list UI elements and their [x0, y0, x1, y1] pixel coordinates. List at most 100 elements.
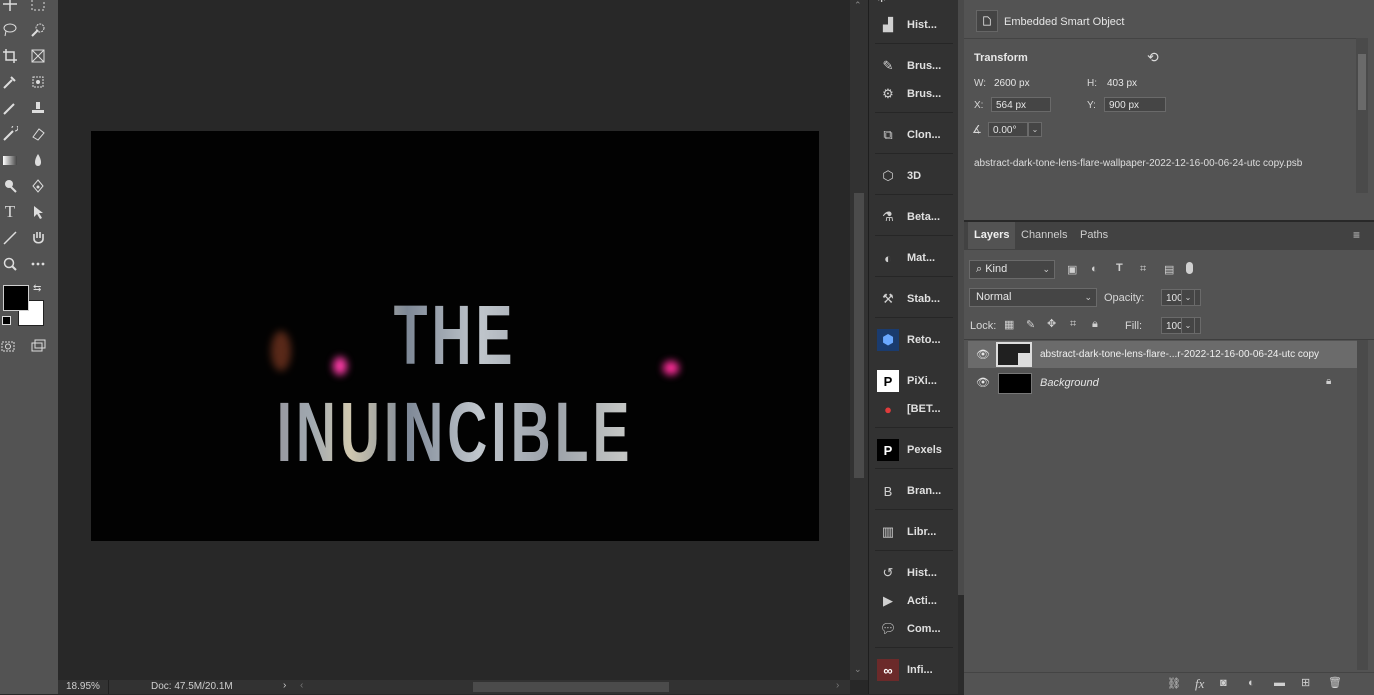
- new-group-icon[interactable]: ▬: [1274, 677, 1285, 689]
- filter-type-icon[interactable]: T: [1116, 262, 1123, 274]
- status-menu-arrow-icon[interactable]: ›: [283, 680, 286, 691]
- move-tool-icon[interactable]: [0, 0, 20, 14]
- filter-pixel-icon[interactable]: ▣: [1067, 263, 1077, 276]
- link-layers-icon[interactable]: ⛓︎: [1167, 677, 1181, 690]
- lasso-tool-icon[interactable]: [0, 20, 20, 40]
- quick-selection-tool-icon[interactable]: [28, 20, 48, 40]
- brush-tool-icon[interactable]: [0, 98, 20, 118]
- layer-row[interactable]: 👁︎ Background 🔒︎: [968, 369, 1357, 396]
- width-value[interactable]: 2600 px: [994, 78, 1030, 89]
- dock-item[interactable]: ◐ Mat...: [869, 245, 955, 271]
- layer-row[interactable]: 👁︎ abstract-dark-tone-lens-flare-...r-20…: [968, 341, 1357, 368]
- path-selection-tool-icon[interactable]: [28, 202, 48, 222]
- new-layer-icon[interactable]: ⊞: [1301, 676, 1310, 689]
- properties-panel: Embedded Smart Object Transform ⟲ W: 260…: [964, 0, 1374, 220]
- layer-name[interactable]: Background: [1040, 377, 1099, 389]
- delete-layer-icon[interactable]: 🗑︎: [1328, 676, 1342, 689]
- marquee-tool-icon[interactable]: [28, 0, 48, 14]
- default-colors-icon[interactable]: [2, 316, 11, 325]
- lock-artboard-icon[interactable]: ⌗: [1070, 318, 1076, 331]
- visibility-eye-icon[interactable]: 👁︎: [976, 376, 990, 389]
- quick-mask-icon[interactable]: [0, 336, 18, 356]
- horizontal-scroll-thumb[interactable]: [473, 682, 669, 692]
- panel-menu-icon[interactable]: ≡: [1353, 228, 1360, 242]
- dock-item[interactable]: ⧉ Clon...: [869, 122, 955, 148]
- document-canvas[interactable]: THE INUINCIBLE: [91, 131, 819, 541]
- scroll-left-icon[interactable]: ‹: [300, 680, 303, 691]
- more-tools-icon[interactable]: [28, 254, 48, 274]
- foreground-color-swatch[interactable]: [3, 285, 29, 311]
- filter-smart-object-icon[interactable]: ▤: [1164, 263, 1174, 276]
- navigator-icon[interactable]: ✲: [877, 0, 886, 5]
- dock-item[interactable]: P Pexels: [869, 437, 955, 463]
- properties-scrollbar[interactable]: [1356, 38, 1368, 193]
- eraser-tool-icon[interactable]: [28, 124, 48, 144]
- dock-item[interactable]: P PiXi...: [869, 368, 955, 394]
- visibility-eye-icon[interactable]: 👁︎: [976, 348, 990, 361]
- scroll-right-icon[interactable]: ›: [836, 680, 839, 691]
- height-value[interactable]: 403 px: [1107, 78, 1137, 89]
- hand-tool-icon[interactable]: [28, 228, 48, 248]
- dock-item[interactable]: ▥ Libr...: [869, 519, 955, 545]
- dock-separator: [875, 112, 953, 113]
- fx-icon[interactable]: fx: [1195, 676, 1204, 692]
- dock-item[interactable]: ▶ Acti...: [869, 588, 955, 614]
- x-position-field[interactable]: 564 px: [991, 97, 1051, 112]
- dock-item[interactable]: ∞ Infi...: [869, 657, 955, 683]
- dock-item[interactable]: ⬡ 3D: [869, 163, 955, 189]
- filter-adjustment-icon[interactable]: ◐: [1091, 263, 1098, 275]
- fill-dropdown-icon[interactable]: ⌄: [1181, 317, 1195, 334]
- gradient-tool-icon[interactable]: [0, 150, 20, 170]
- dock-item[interactable]: B Bran...: [869, 478, 955, 504]
- blend-mode-select[interactable]: Normal ⌄: [969, 288, 1097, 307]
- crop-tool-icon[interactable]: [0, 46, 20, 66]
- zoom-level[interactable]: 18.95%: [66, 681, 100, 692]
- clone-stamp-tool-icon[interactable]: [28, 98, 48, 118]
- lock-all-icon[interactable]: 🔒︎: [1092, 318, 1098, 331]
- dock-item[interactable]: ⚗ Beta...: [869, 204, 955, 230]
- dock-item[interactable]: 💬︎ Com...: [869, 616, 955, 642]
- dock-item[interactable]: ⚙ Brus...: [869, 81, 955, 107]
- tab-paths[interactable]: Paths: [1074, 222, 1114, 249]
- linked-filename: abstract-dark-tone-lens-flare-wallpaper-…: [974, 158, 1303, 169]
- lock-position-icon[interactable]: ✥: [1047, 317, 1056, 330]
- eyedropper-tool-icon[interactable]: [0, 72, 20, 92]
- filter-toggle-icon[interactable]: [1186, 262, 1193, 274]
- lock-image-icon[interactable]: ✎: [1026, 318, 1035, 331]
- dock-item[interactable]: ▟ Hist...: [869, 12, 955, 38]
- dock-item[interactable]: ⚒ Stab...: [869, 286, 955, 312]
- add-mask-icon[interactable]: ◙: [1220, 677, 1227, 689]
- tab-layers[interactable]: Layers: [968, 222, 1016, 249]
- dock-item[interactable]: ↺ Hist...: [869, 560, 955, 586]
- dodge-tool-icon[interactable]: [0, 176, 20, 196]
- frame-tool-icon[interactable]: [28, 46, 48, 66]
- y-position-field[interactable]: 900 px: [1104, 97, 1166, 112]
- dock-item-label: Reto...: [907, 334, 941, 346]
- screen-mode-icon[interactable]: [28, 336, 48, 356]
- reset-transform-icon[interactable]: ⟲: [1147, 49, 1159, 66]
- pen-tool-icon[interactable]: [28, 176, 48, 196]
- type-tool-icon[interactable]: T: [0, 202, 20, 222]
- layers-scrollbar[interactable]: [1357, 340, 1368, 670]
- dock-item-label: Hist...: [907, 19, 937, 31]
- tab-channels[interactable]: Channels: [1015, 222, 1073, 249]
- filter-shape-icon[interactable]: ⌗: [1140, 263, 1146, 276]
- history-brush-tool-icon[interactable]: [0, 124, 20, 144]
- line-tool-icon[interactable]: [0, 228, 20, 248]
- swap-colors-icon[interactable]: ⇆: [33, 283, 41, 294]
- zoom-tool-icon[interactable]: [0, 254, 20, 274]
- blur-tool-icon[interactable]: [28, 150, 48, 170]
- lock-transparent-icon[interactable]: ▦: [1004, 318, 1014, 331]
- patch-tool-icon[interactable]: [28, 72, 48, 92]
- adjustment-layer-icon[interactable]: ◐: [1248, 677, 1255, 689]
- layer-name[interactable]: abstract-dark-tone-lens-flare-...r-2022-…: [1040, 349, 1319, 360]
- angle-field[interactable]: 0.00°: [988, 122, 1028, 137]
- angle-dropdown-icon[interactable]: ⌄: [1028, 122, 1042, 137]
- opacity-dropdown-icon[interactable]: ⌄: [1181, 289, 1195, 306]
- canvas-scroll-thumb[interactable]: [854, 193, 864, 478]
- collapsed-panel-dock: ✲ ▟ Hist... ✎ Brus... ⚙ Brus... ⧉ Clon... ⬡ 3D ⚗ Be…: [868, 0, 959, 694]
- dock-item[interactable]: ⬢ Reto...: [869, 327, 955, 353]
- dock-item[interactable]: ✎ Brus...: [869, 53, 955, 79]
- dock-item[interactable]: ● [BET...: [869, 396, 955, 422]
- filter-kind-select[interactable]: ⌕ Kind ⌄: [969, 260, 1055, 279]
